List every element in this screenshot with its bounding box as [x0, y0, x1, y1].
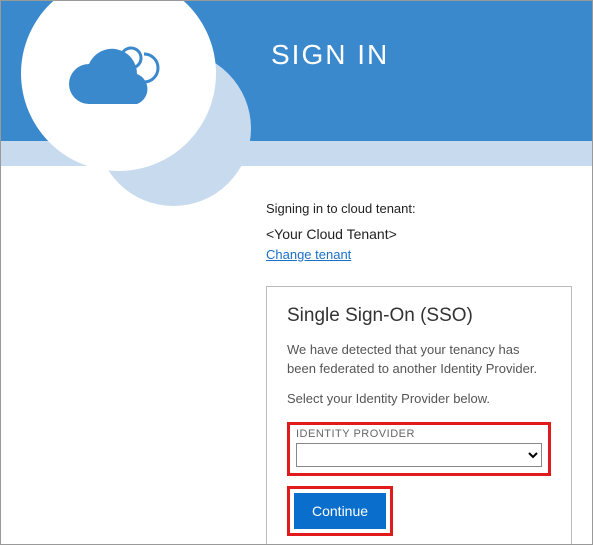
sso-title: Single Sign-On (SSO) — [287, 305, 551, 327]
signin-page: SIGN IN Signing in to cloud tenant: <You… — [0, 0, 593, 545]
sso-description: We have detected that your tenancy has b… — [287, 341, 551, 379]
tenant-name: <Your Cloud Tenant> — [266, 226, 572, 242]
sso-select-prompt: Select your Identity Provider below. — [287, 391, 551, 406]
identity-provider-group: IDENTITY PROVIDER — [287, 422, 551, 476]
sso-panel: Single Sign-On (SSO) We have detected th… — [266, 286, 572, 545]
identity-provider-label: IDENTITY PROVIDER — [296, 428, 542, 440]
cloud-icon — [59, 34, 179, 114]
content-area: Signing in to cloud tenant: <Your Cloud … — [266, 201, 572, 545]
continue-button[interactable]: Continue — [294, 493, 386, 529]
identity-provider-select[interactable] — [296, 443, 542, 467]
change-tenant-link[interactable]: Change tenant — [266, 247, 351, 262]
continue-highlight: Continue — [287, 486, 393, 536]
page-title: SIGN IN — [271, 39, 389, 71]
tenant-label: Signing in to cloud tenant: — [266, 201, 572, 216]
